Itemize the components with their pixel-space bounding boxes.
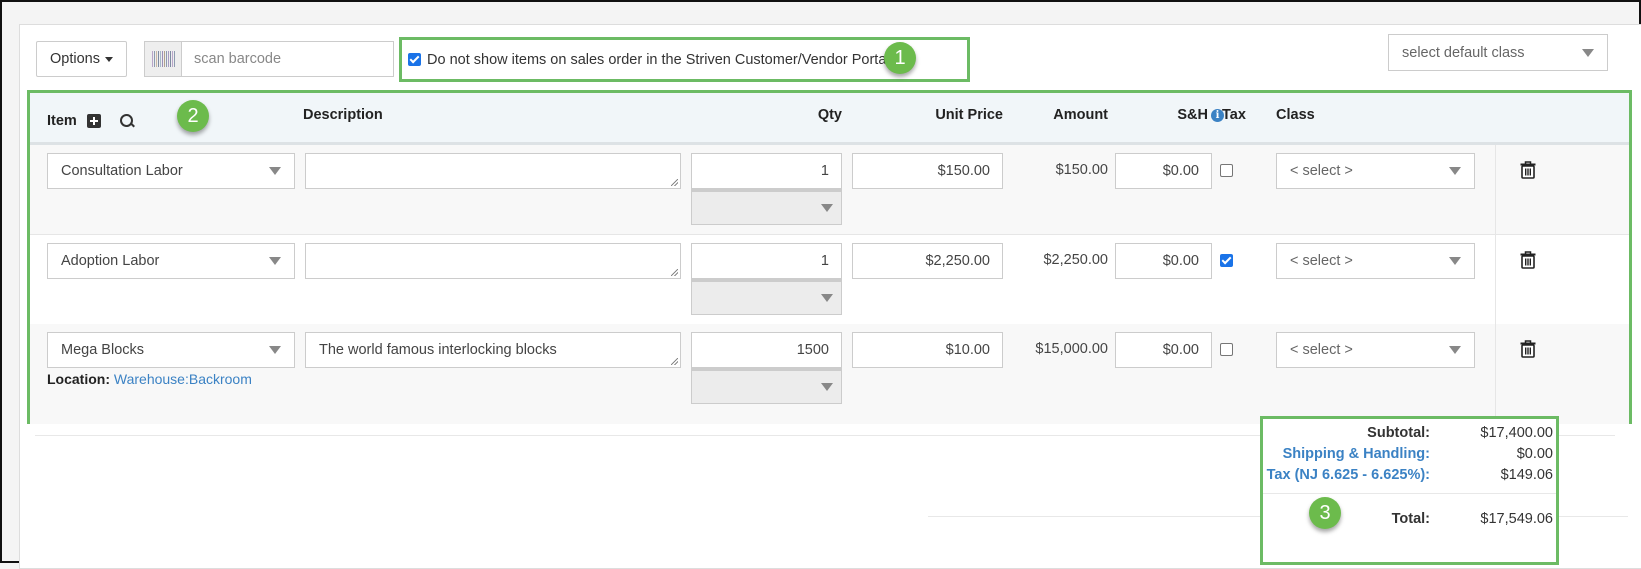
trash-icon[interactable] [1520, 340, 1536, 358]
header-amount: Amount [1053, 107, 1108, 123]
class-value: < select > [1290, 342, 1353, 358]
unit-price-input[interactable]: $2,250.00 [852, 243, 1003, 279]
trash-icon[interactable] [1520, 161, 1536, 179]
header-sh: S&H i [1130, 107, 1224, 123]
description-textarea[interactable] [305, 153, 681, 189]
total-label: Total: [1391, 511, 1430, 527]
default-class-select[interactable]: select default class [1388, 34, 1608, 71]
header-item: Item [47, 113, 135, 129]
callout-badge-1: 1 [884, 42, 916, 74]
header-description: Description [303, 107, 383, 123]
callout-badge-3: 3 [1309, 497, 1341, 529]
sh-input[interactable]: $0.00 [1115, 153, 1212, 189]
dropdown-arrow-icon [269, 257, 281, 265]
header-sh-label: S&H [1177, 107, 1208, 123]
item-select[interactable]: Mega Blocks [47, 332, 295, 368]
resize-handle-icon[interactable] [671, 358, 678, 365]
unit-of-measure-select[interactable] [691, 279, 842, 315]
table-row: Mega Blocks Location: Warehouse:Backroom… [30, 324, 1629, 424]
tax-value: $149.06 [1500, 467, 1553, 483]
dropdown-arrow-icon [1449, 167, 1461, 175]
sh-input[interactable]: $0.00 [1115, 243, 1212, 279]
dropdown-arrow-icon [1582, 48, 1594, 57]
description-value: The world famous interlocking blocks [319, 342, 557, 358]
item-value: Consultation Labor [61, 163, 183, 179]
dropdown-arrow-icon [269, 167, 281, 175]
table-header: Item Description Qty Unit Price Amount S… [30, 93, 1629, 145]
class-value: < select > [1290, 253, 1353, 269]
header-item-label: Item [47, 113, 77, 129]
class-value: < select > [1290, 163, 1353, 179]
column-divider [1495, 324, 1496, 424]
class-select[interactable]: < select > [1276, 153, 1475, 189]
total-value: $17,549.06 [1480, 511, 1553, 527]
item-location: Location: Warehouse:Backroom [47, 371, 252, 387]
resize-handle-icon[interactable] [671, 269, 678, 276]
options-label: Options [50, 51, 100, 67]
dropdown-arrow-icon [269, 346, 281, 354]
header-class: Class [1276, 107, 1315, 123]
tax-checkbox[interactable] [1220, 343, 1233, 356]
divider [1263, 493, 1556, 494]
search-icon[interactable] [119, 113, 135, 129]
resize-handle-icon[interactable] [671, 179, 678, 186]
sh-input[interactable]: $0.00 [1115, 332, 1212, 368]
item-select[interactable]: Adoption Labor [47, 243, 295, 279]
header-qty: Qty [817, 107, 842, 123]
callout-badge-2: 2 [177, 100, 209, 132]
line-items-table: Item Description Qty Unit Price Amount S… [27, 90, 1632, 424]
header-tax: Tax [1222, 107, 1246, 123]
unit-price-input[interactable]: $10.00 [852, 332, 1003, 368]
trash-icon[interactable] [1520, 251, 1536, 269]
dropdown-arrow-icon [821, 383, 833, 391]
qty-input[interactable]: 1 [691, 153, 842, 189]
class-select[interactable]: < select > [1276, 332, 1475, 368]
subtotal-label: Subtotal: [1367, 425, 1430, 441]
description-textarea[interactable]: The world famous interlocking blocks [305, 332, 681, 368]
default-class-placeholder: select default class [1402, 44, 1525, 61]
item-select[interactable]: Consultation Labor [47, 153, 295, 189]
qty-input[interactable]: 1500 [691, 332, 842, 368]
options-dropdown-button[interactable]: Options [36, 41, 127, 77]
description-textarea[interactable] [305, 243, 681, 279]
tax-rate-link[interactable]: Tax (NJ 6.625 - 6.625%): [1267, 467, 1430, 483]
amount-value: $15,000.00 [1035, 341, 1108, 357]
tax-checkbox[interactable] [1220, 164, 1233, 177]
scan-barcode-input[interactable] [182, 42, 393, 76]
add-item-icon[interactable] [86, 114, 101, 128]
dropdown-arrow-icon [821, 294, 833, 302]
amount-value: $150.00 [1055, 162, 1108, 178]
table-row: Adoption Labor 1 $2,250.00 $2,250.00 $0.… [30, 235, 1629, 325]
unit-price-input[interactable]: $150.00 [852, 153, 1003, 189]
hide-from-portal-checkbox[interactable] [408, 53, 421, 66]
location-label: Location: [47, 371, 110, 387]
unit-of-measure-select[interactable] [691, 189, 842, 225]
table-row: Consultation Labor 1 $150.00 $150.00 $0.… [30, 145, 1629, 235]
amount-value: $2,250.00 [1043, 252, 1108, 268]
unit-of-measure-select[interactable] [691, 368, 842, 404]
qty-input[interactable]: 1 [691, 243, 842, 279]
header-unit-price: Unit Price [935, 107, 1003, 123]
dropdown-arrow-icon [1449, 257, 1461, 265]
location-link[interactable]: Warehouse:Backroom [114, 371, 252, 387]
tax-checkbox[interactable] [1220, 254, 1233, 267]
shipping-handling-link[interactable]: Shipping & Handling: [1283, 446, 1430, 462]
hide-from-portal-label: Do not show items on sales order in the … [427, 51, 890, 68]
caret-down-icon [104, 56, 113, 62]
subtotal-value: $17,400.00 [1480, 425, 1553, 441]
dropdown-arrow-icon [821, 204, 833, 212]
barcode-icon [145, 42, 182, 76]
order-totals: Subtotal: $17,400.00 Shipping & Handling… [1260, 416, 1559, 565]
barcode-scan-group [144, 41, 394, 77]
shipping-value: $0.00 [1516, 446, 1553, 462]
item-value: Adoption Labor [61, 253, 160, 269]
dropdown-arrow-icon [1449, 346, 1461, 354]
item-value: Mega Blocks [61, 342, 145, 358]
column-divider [1495, 145, 1496, 234]
column-divider [1495, 235, 1496, 324]
class-select[interactable]: < select > [1276, 243, 1475, 279]
